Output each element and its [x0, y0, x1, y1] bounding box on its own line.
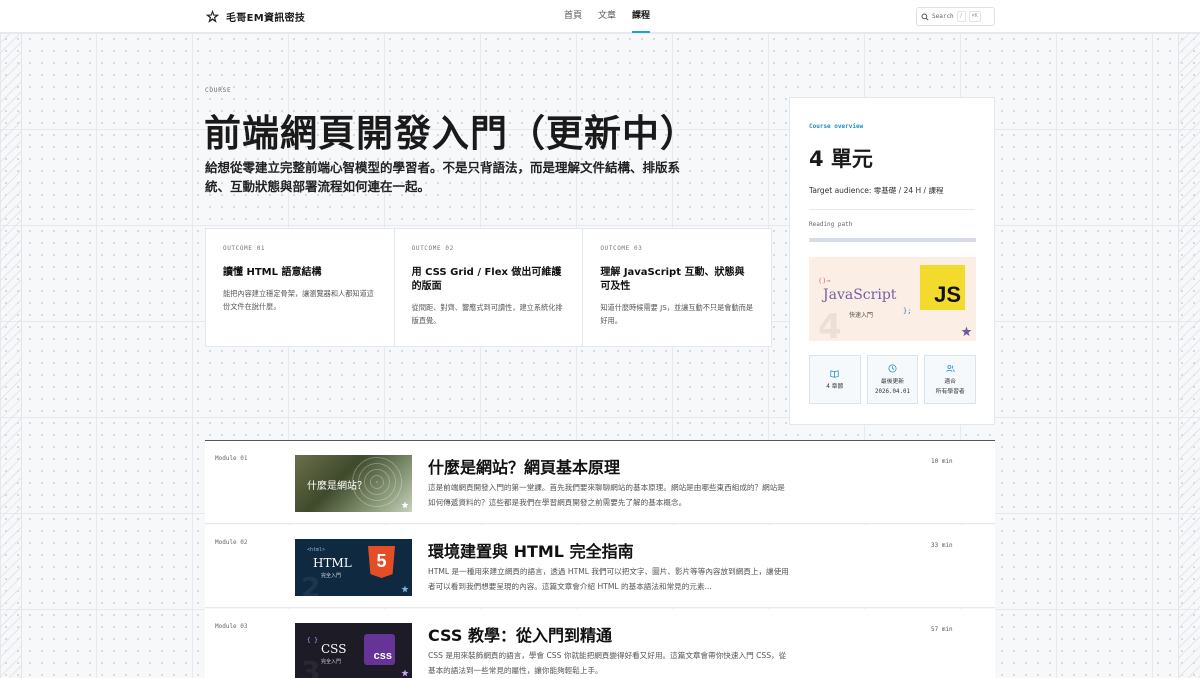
star-logo-icon — [961, 326, 972, 337]
star-logo-icon — [205, 9, 220, 23]
module-duration: 10 min — [931, 458, 953, 465]
search-label: Search — [932, 13, 954, 20]
outcomes-panel: OUTCOME 01 讀懂 HTML 語意結構 能把內容建立穩定骨架，讓瀏覽器和… — [205, 228, 772, 347]
thumb-number: 4 — [818, 307, 842, 341]
stat-text: 4 章節 — [826, 383, 844, 390]
outcome-card: OUTCOME 01 讀懂 HTML 語意結構 能把內容建立穩定骨架，讓瀏覽器和… — [206, 229, 395, 346]
stat-value: 2026.04.01 — [875, 388, 910, 395]
module-thumbnail[interactable]: 3 { } CSS 完全入門 css — [295, 623, 412, 678]
outcome-label: OUTCOME 03 — [600, 245, 643, 252]
stat-updated: 最後更新 2026.04.01 — [866, 355, 919, 404]
unit-count: 4 單元 — [809, 147, 873, 171]
search-button[interactable]: Search / ⌘K — [916, 7, 995, 26]
target-audience: Target audience: 零基礎 / 24 H / 課程 — [809, 186, 944, 195]
stat-chapters: 4 章節 — [809, 355, 861, 404]
module-desc: 這是前端網頁開發入門的第一堂課。首先我們要來聊聊網站的基本原理。網站是由哪些東西… — [428, 483, 785, 507]
module-item[interactable]: Module 03 3 { } CSS 完全入門 css CSS 教學：從入門到… — [205, 609, 995, 678]
stat-audience: 適合 所有學習者 — [924, 355, 977, 404]
thumb-number: 3 — [301, 655, 321, 678]
main-nav: 首頁 文章 課程 — [556, 0, 658, 33]
module-label: Module 02 — [215, 539, 248, 546]
module-desc: HTML 是一種用來建立網頁的語言，透過 HTML 我們可以把文字、圖片、影片等… — [428, 567, 789, 591]
thumb-code: { } — [307, 637, 318, 644]
site-logo[interactable]: 毛哥EM資訊密技 — [205, 9, 305, 24]
thumb-number: 2 — [301, 571, 321, 596]
module-duration: 33 min — [931, 542, 953, 549]
star-logo-icon — [401, 585, 409, 593]
module-label: Module 03 — [215, 623, 248, 630]
module-title[interactable]: 什麼是網站？網頁基本原理 — [428, 454, 620, 478]
thumb-semi: }; — [903, 307, 912, 315]
book-icon — [830, 369, 839, 378]
site-header: 毛哥EM資訊密技 首頁 文章 課程 Search / ⌘K — [0, 0, 1200, 33]
nav-articles[interactable]: 文章 — [590, 0, 624, 33]
logo-text: 毛哥EM資訊密技 — [226, 13, 306, 24]
course-stats: 4 章節 最後更新 2026.04.01 適合 所有學習者 — [809, 355, 977, 404]
thumb-code: ()⇒ — [818, 277, 831, 285]
module-item[interactable]: Module 02 2 <html> HTML 完全入門 5 環境建置與 HTM… — [205, 525, 995, 608]
js-logo: JS — [920, 265, 965, 310]
outcome-card: OUTCOME 02 用 CSS Grid / Flex 做出可維護的版面 從間… — [395, 229, 584, 346]
clock-icon — [888, 364, 897, 372]
outcome-title: 讀懂 HTML 語意結構 — [223, 267, 322, 278]
course-eyebrow: COURSE — [205, 87, 232, 94]
course-thumbnail[interactable]: 4 ()⇒ JavaScript 快速入門 }; JS — [809, 257, 976, 341]
overview-eyebrow: Course overview — [809, 123, 864, 130]
reading-path-bar — [809, 238, 976, 242]
outcome-desc: 知道什麼時候需要 JS，並讓互動不只是會動而是好用。 — [600, 303, 754, 325]
search-shortcut-cmdk: ⌘K — [968, 11, 981, 22]
thumb-sub: 快速入門 — [849, 312, 874, 319]
stat-text: 適合 — [944, 378, 956, 385]
thumb-sub: 完全入門 — [321, 573, 342, 579]
module-desc: CSS 是用來裝飾網頁的語言，學會 CSS 你就能把網頁變得好看又好用。這篇文章… — [428, 651, 787, 675]
thumb-sub: 完全入門 — [321, 659, 342, 665]
left-hatch-border — [0, 33, 22, 678]
users-icon — [946, 364, 955, 372]
thumb-caption: 什麼是網站？ — [307, 481, 367, 492]
nav-home[interactable]: 首頁 — [556, 0, 590, 33]
nav-courses[interactable]: 課程 — [624, 0, 658, 33]
thumb-caption: HTML — [313, 556, 352, 570]
module-thumbnail[interactable]: 什麼是網站？ — [295, 455, 412, 512]
stat-text: 最後更新 — [880, 378, 905, 385]
star-logo-icon — [401, 501, 409, 509]
outcome-title: 理解 JavaScript 互動、狀態與可及性 — [600, 267, 745, 292]
search-icon — [921, 12, 929, 21]
page-title: 前端網頁開發入門（更新中） — [204, 112, 698, 155]
css-logo: css — [364, 634, 395, 665]
course-lead: 給想從零建立完整前端心智模型的學習者。不是只背語法，而是理解文件結構、排版系統、… — [205, 160, 681, 194]
outcome-title: 用 CSS Grid / Flex 做出可維護的版面 — [411, 267, 562, 292]
search-shortcut-slash: / — [956, 11, 966, 22]
outcome-label: OUTCOME 01 — [223, 245, 266, 252]
stat-value: 所有學習者 — [935, 388, 965, 395]
card-divider — [809, 209, 975, 210]
module-title[interactable]: CSS 教學：從入門到精通 — [428, 622, 612, 646]
outcome-desc: 從間距、對齊、響應式到可讀性，建立系統化排版直覺。 — [411, 303, 563, 325]
module-label: Module 01 — [215, 455, 248, 462]
reading-path-label: Reading path — [809, 221, 853, 228]
outcome-card: OUTCOME 03 理解 JavaScript 互動、狀態與可及性 知道什麼時… — [583, 229, 771, 346]
module-thumbnail[interactable]: 2 <html> HTML 完全入門 5 — [295, 539, 412, 596]
outcome-label: OUTCOME 02 — [411, 245, 454, 252]
star-logo-icon — [401, 669, 409, 677]
outcome-desc: 能把內容建立穩定骨架，讓瀏覽器和人都知道這份文件在說什麼。 — [223, 289, 374, 311]
course-overview-card: Course overview 4 單元 Target audience: 零基… — [789, 97, 995, 425]
html5-logo: 5 — [368, 546, 395, 578]
right-hatch-border — [1178, 33, 1200, 678]
thumb-caption: CSS — [321, 642, 347, 656]
module-item[interactable]: Module 01 什麼是網站？ 什麼是網站？網頁基本原理 這是前端網頁開發入門… — [205, 441, 995, 524]
module-title[interactable]: 環境建置與 HTML 完全指南 — [428, 538, 634, 562]
module-duration: 57 min — [931, 626, 953, 633]
thumb-name: JavaScript — [823, 287, 897, 303]
thumb-code: <html> — [307, 547, 326, 553]
